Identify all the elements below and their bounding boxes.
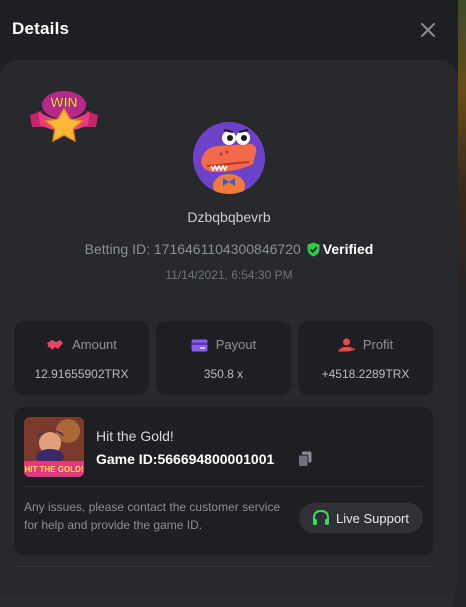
- stat-payout-label: Payout: [215, 337, 257, 352]
- stat-amount: Amount 12.91655902TRX: [14, 321, 149, 395]
- profit-icon: [338, 338, 355, 352]
- bottom-divider: [14, 566, 433, 567]
- stat-profit-value: +4518.2289TRX: [321, 367, 410, 381]
- stat-payout: Payout 350.8 x: [156, 321, 291, 395]
- stat-amount-label: Amount: [72, 337, 117, 352]
- card-icon: [191, 339, 208, 352]
- avatar: [193, 122, 265, 194]
- live-support-button[interactable]: Live Support: [299, 503, 423, 533]
- username: Dzbqbqbevrb: [187, 209, 271, 225]
- game-card-divider: [24, 486, 423, 487]
- game-name: Hit the Gold!: [96, 428, 174, 444]
- verified-label: Verified: [322, 241, 374, 257]
- game-thumbnail[interactable]: HIT THE GOLD!: [24, 417, 84, 477]
- betting-id-value: 1716461104300846720: [153, 241, 301, 257]
- support-notice: Any issues, please contact the customer …: [24, 500, 281, 532]
- stat-payout-value: 350.8 x: [203, 367, 244, 381]
- stat-profit: Profit +4518.2289TRX: [298, 321, 433, 395]
- win-badge-text: WIN: [50, 94, 77, 110]
- game-id-label: Game ID:: [96, 451, 158, 467]
- modal-title: Details: [12, 19, 70, 38]
- game-card: HIT THE GOLD! Hit the Gold! Game ID:5666…: [14, 407, 433, 555]
- stat-profit-label: Profit: [362, 337, 394, 352]
- crocodile-avatar-icon: [193, 122, 265, 194]
- bet-datetime: 11/14/2021, 6:54:30 PM: [165, 268, 293, 282]
- close-icon[interactable]: [418, 20, 438, 40]
- shield-check-icon: [307, 242, 320, 257]
- game-thumbnail-image: HIT THE GOLD!: [24, 417, 84, 477]
- game-thumbnail-text: HIT THE GOLD!: [24, 465, 83, 474]
- game-id-value: 566694800001001: [157, 451, 275, 467]
- details-modal: Details WIN Dzbqbqbevrb Betting ID: 1716…: [0, 0, 458, 595]
- stat-amount-value: 12.91655902TRX: [34, 367, 129, 381]
- betting-id-label: Betting ID:: [84, 241, 150, 257]
- betting-id-row: Betting ID: 1716461104300846720 Verified: [0, 241, 458, 257]
- live-support-label: Live Support: [336, 511, 409, 526]
- handshake-icon: [47, 340, 64, 350]
- game-id-row: Game ID:566694800001001: [96, 451, 274, 467]
- headset-icon: [313, 509, 329, 525]
- copy-icon[interactable]: [298, 451, 312, 467]
- modal-header: Details: [0, 0, 458, 60]
- win-badge-icon: WIN: [30, 91, 98, 143]
